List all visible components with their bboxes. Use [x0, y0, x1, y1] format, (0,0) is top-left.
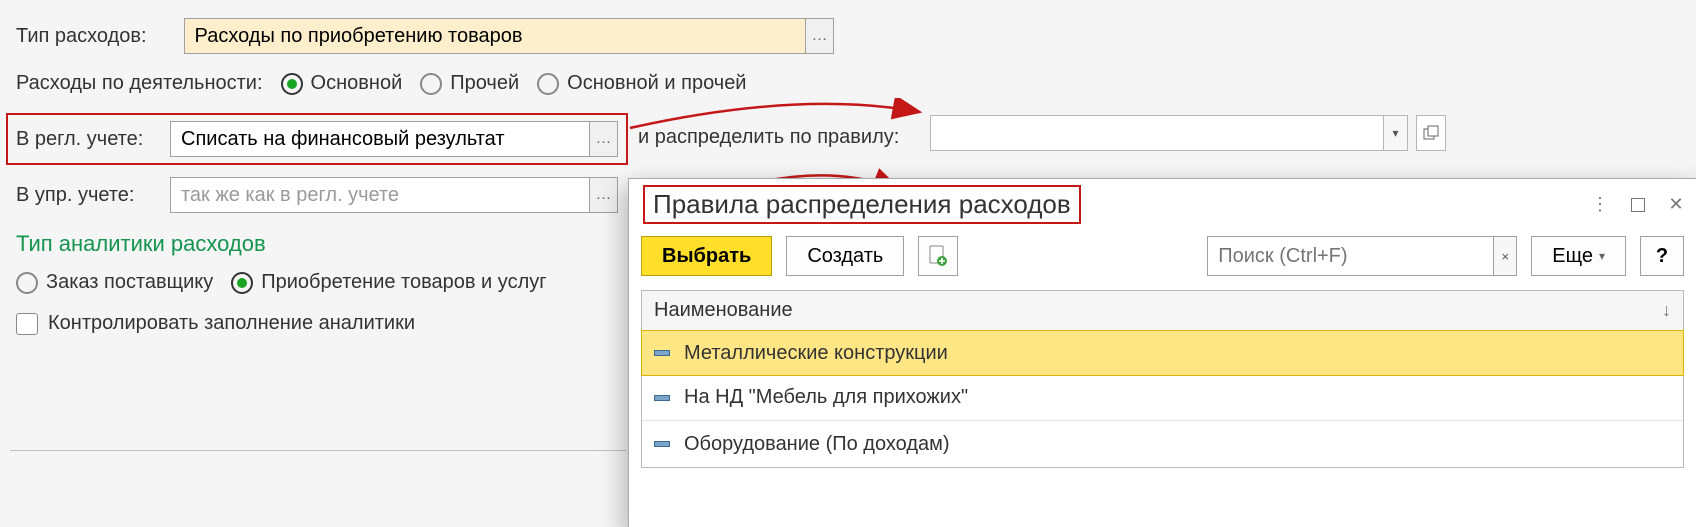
analytics-radio-order[interactable]: Заказ поставщику: [16, 271, 213, 294]
expense-type-input-group[interactable]: …: [184, 18, 834, 54]
upr-more-button[interactable]: …: [589, 178, 617, 212]
regl-label: В регл. учете:: [16, 128, 170, 151]
analytics-radio-order-label: Заказ поставщику: [46, 271, 213, 294]
column-header-name: Наименование: [654, 299, 793, 322]
search-input[interactable]: [1208, 245, 1493, 268]
expense-type-more-button[interactable]: …: [805, 19, 833, 53]
close-icon: ✕: [1668, 194, 1683, 215]
expense-type-label: Тип расходов:: [16, 25, 184, 48]
table-header[interactable]: Наименование ↓: [642, 291, 1683, 331]
radio-checked-icon: [281, 73, 303, 95]
sort-asc-icon: ↓: [1662, 300, 1671, 321]
distribute-rule-input[interactable]: [931, 116, 1383, 150]
distribute-rule-input-group[interactable]: ▾: [930, 115, 1408, 151]
regl-input[interactable]: [171, 122, 589, 156]
activity-radio-other-label: Прочей: [450, 72, 519, 95]
distribute-rule-label: и распределить по правилу:: [638, 126, 899, 149]
panel-maximize-button[interactable]: [1624, 191, 1652, 219]
rules-table: Наименование ↓ Металлические конструкции…: [641, 290, 1684, 468]
create-copy-button[interactable]: [918, 236, 958, 276]
table-row[interactable]: Оборудование (По доходам): [642, 421, 1683, 467]
upr-input[interactable]: [171, 178, 589, 212]
regl-highlight-box: В регл. учете: …: [6, 113, 628, 165]
control-analytics-label: Контролировать заполнение аналитики: [48, 312, 415, 335]
radio-unchecked-icon: [420, 73, 442, 95]
activity-radio-main-label: Основной: [311, 72, 403, 95]
maximize-icon: [1631, 198, 1645, 212]
divider: [10, 450, 626, 451]
catalog-item-icon: [654, 441, 670, 447]
activity-radio-other[interactable]: Прочей: [420, 72, 519, 95]
create-button[interactable]: Создать: [786, 236, 904, 276]
panel-title: Правила распределения расходов: [643, 185, 1081, 224]
panel-menu-button[interactable]: ⋮: [1586, 191, 1614, 219]
table-cell-name: На НД "Мебель для прихожих": [684, 386, 968, 409]
select-button[interactable]: Выбрать: [641, 236, 772, 276]
table-row[interactable]: На НД "Мебель для прихожих": [642, 375, 1683, 421]
search-box[interactable]: ×: [1207, 236, 1517, 276]
activity-expenses-label: Расходы по деятельности:: [16, 72, 263, 95]
catalog-item-icon: [654, 395, 670, 401]
analytics-radio-purchase-label: Приобретение товаров и услуг: [261, 271, 546, 294]
distribute-rule-open-button[interactable]: [1416, 115, 1446, 151]
distribute-rule-dropdown-button[interactable]: ▾: [1383, 116, 1407, 150]
document-add-icon: [928, 245, 948, 267]
table-row[interactable]: Металлические конструкции: [641, 330, 1684, 376]
expense-type-input[interactable]: [185, 19, 805, 53]
radio-unchecked-icon: [16, 272, 38, 294]
upr-label: В упр. учете:: [16, 184, 170, 207]
radio-unchecked-icon: [537, 73, 559, 95]
search-clear-button[interactable]: ×: [1493, 237, 1516, 275]
more-menu-label: Еще: [1552, 245, 1593, 268]
open-external-icon: [1423, 125, 1439, 141]
activity-radio-main[interactable]: Основной: [281, 72, 403, 95]
help-button[interactable]: ?: [1640, 236, 1684, 276]
more-menu-button[interactable]: Еще ▾: [1531, 236, 1626, 276]
radio-checked-icon: [231, 272, 253, 294]
upr-input-group[interactable]: …: [170, 177, 618, 213]
rules-panel: Правила распределения расходов ⋮ ✕ Выбра…: [628, 178, 1696, 527]
activity-radio-both-label: Основной и прочей: [567, 72, 746, 95]
activity-radio-both[interactable]: Основной и прочей: [537, 72, 746, 95]
analytics-radio-purchase[interactable]: Приобретение товаров и услуг: [231, 271, 546, 294]
catalog-item-icon: [654, 350, 670, 356]
table-cell-name: Металлические конструкции: [684, 342, 948, 365]
table-cell-name: Оборудование (По доходам): [684, 433, 950, 456]
kebab-icon: ⋮: [1591, 194, 1609, 215]
chevron-down-icon: ▾: [1599, 249, 1605, 263]
regl-more-button[interactable]: …: [589, 122, 617, 156]
control-analytics-checkbox[interactable]: [16, 313, 38, 335]
panel-toolbar: Выбрать Создать × Еще ▾ ?: [629, 230, 1696, 282]
regl-input-group[interactable]: …: [170, 121, 618, 157]
panel-close-button[interactable]: ✕: [1662, 191, 1690, 219]
